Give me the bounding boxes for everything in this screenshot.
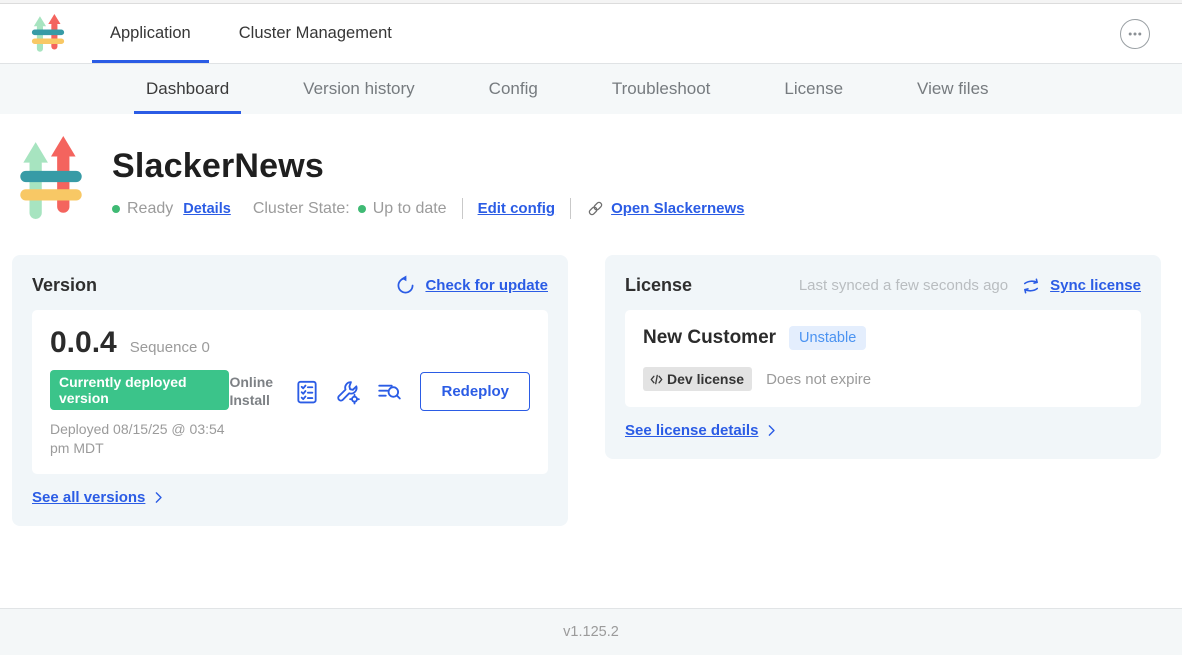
tab-cluster-management[interactable]: Cluster Management [221, 4, 410, 63]
subtab-license[interactable]: License [772, 64, 855, 114]
page: Application Cluster Management Dashboard… [0, 0, 1182, 655]
code-brackets-icon [649, 372, 664, 387]
customer-name: New Customer [643, 327, 776, 349]
app-status-row: Ready Details Cluster State: Up to date … [112, 198, 744, 219]
divider [570, 198, 571, 219]
license-card: License Last synced a few seconds ago Sy… [605, 255, 1161, 459]
subtab-view-files[interactable]: View files [905, 64, 1001, 114]
dashboard-cards: Version Check for update 0.0.4 Sequence [0, 255, 1182, 526]
subtab-troubleshoot-label: Troubleshoot [612, 79, 711, 99]
license-card-header: License Last synced a few seconds ago Sy… [625, 275, 1141, 296]
license-meta-row: Dev license Does not expire [643, 367, 1123, 391]
license-card-title: License [625, 275, 692, 296]
chevron-right-icon [763, 422, 780, 439]
open-app-link-text[interactable]: Open Slackernews [611, 200, 744, 217]
see-license-details[interactable]: See license details [625, 422, 1141, 439]
subtab-dashboard-label: Dashboard [146, 79, 229, 99]
check-for-update[interactable]: Check for update [395, 275, 548, 296]
open-app-link[interactable]: Open Slackernews [586, 199, 744, 218]
sync-arrows-icon [1021, 276, 1041, 296]
sequence-label: Sequence 0 [130, 339, 210, 356]
app-status-text: Ready [127, 200, 173, 218]
overflow-menu-button[interactable] [1120, 19, 1150, 49]
version-card-header: Version Check for update [32, 275, 548, 296]
cluster-state-dot [358, 205, 366, 213]
app-logo[interactable] [30, 14, 66, 54]
version-number: 0.0.4 [50, 326, 117, 360]
edit-config-link[interactable]: Edit config [478, 200, 556, 217]
see-all-versions-link[interactable]: See all versions [32, 489, 145, 506]
license-details-panel: New Customer Unstable [625, 310, 1141, 407]
cluster-state-label: Cluster State: [253, 200, 350, 218]
subtab-config[interactable]: Config [477, 64, 550, 114]
subtab-config-label: Config [489, 79, 538, 99]
version-actions: Online Install [229, 372, 530, 411]
refresh-icon [395, 275, 416, 296]
app-header-text: SlackerNews Ready Details Cluster State:… [112, 135, 744, 219]
see-all-versions[interactable]: See all versions [32, 489, 548, 506]
see-license-details-link[interactable]: See license details [625, 422, 758, 439]
preflight-checks-icon[interactable] [294, 379, 320, 405]
version-number-row: 0.0.4 Sequence 0 [50, 326, 229, 360]
sync-license-link[interactable]: Sync license [1050, 277, 1141, 294]
subtab-dashboard[interactable]: Dashboard [134, 64, 241, 114]
top-nav-tabs: Application Cluster Management [92, 4, 422, 63]
version-info: 0.0.4 Sequence 0 Currently deployed vers… [50, 326, 229, 458]
deployed-timestamp: Deployed 08/15/25 @ 03:54 pm MDT [50, 420, 229, 458]
page-title: SlackerNews [112, 147, 744, 186]
app-sub-nav: Dashboard Version history Config Trouble… [0, 64, 1182, 114]
top-nav: Application Cluster Management [0, 4, 1182, 64]
ellipsis-icon [1125, 24, 1145, 44]
deployed-status-badge: Currently deployed version [50, 370, 229, 410]
subtab-version-history-label: Version history [303, 79, 415, 99]
tab-application[interactable]: Application [92, 4, 209, 63]
install-type-label: Online Install [229, 374, 279, 409]
license-sync-area: Last synced a few seconds ago Sync licen… [799, 276, 1141, 296]
chevron-right-icon [150, 489, 167, 506]
redeploy-button[interactable]: Redeploy [420, 372, 530, 411]
license-type-badge-label: Dev license [667, 371, 744, 387]
subtab-license-label: License [784, 79, 843, 99]
tab-cluster-management-label: Cluster Management [239, 24, 392, 43]
slackernews-hash-arrows-logo-icon [30, 14, 66, 54]
subtab-troubleshoot[interactable]: Troubleshoot [600, 64, 723, 114]
status-details-link[interactable]: Details [183, 201, 231, 217]
main-content: SlackerNews Ready Details Cluster State:… [0, 114, 1182, 608]
divider [462, 198, 463, 219]
check-for-update-link[interactable]: Check for update [425, 277, 548, 294]
current-version-panel: 0.0.4 Sequence 0 Currently deployed vers… [32, 310, 548, 474]
wrench-gear-icon[interactable] [335, 379, 361, 405]
customer-row: New Customer Unstable [643, 326, 1123, 350]
chain-link-icon [586, 199, 605, 218]
slackernews-hash-arrows-logo-icon [20, 135, 82, 221]
footer: v1.125.2 [0, 608, 1182, 655]
last-synced-text: Last synced a few seconds ago [799, 277, 1008, 294]
version-card: Version Check for update 0.0.4 Sequence [12, 255, 568, 526]
app-logo-large [20, 135, 82, 221]
cluster-state-value: Up to date [373, 200, 447, 218]
subtab-version-history[interactable]: Version history [291, 64, 427, 114]
console-version: v1.125.2 [563, 624, 619, 640]
nav-spacer [422, 4, 1120, 63]
tab-application-label: Application [110, 24, 191, 43]
app-header: SlackerNews Ready Details Cluster State:… [0, 135, 1182, 221]
license-expiry: Does not expire [766, 371, 871, 388]
version-card-title: Version [32, 275, 97, 296]
channel-badge: Unstable [789, 326, 866, 350]
license-type-badge: Dev license [643, 367, 752, 391]
deploy-logs-icon[interactable] [376, 379, 402, 405]
subtab-view-files-label: View files [917, 79, 989, 99]
app-status-dot [112, 205, 120, 213]
